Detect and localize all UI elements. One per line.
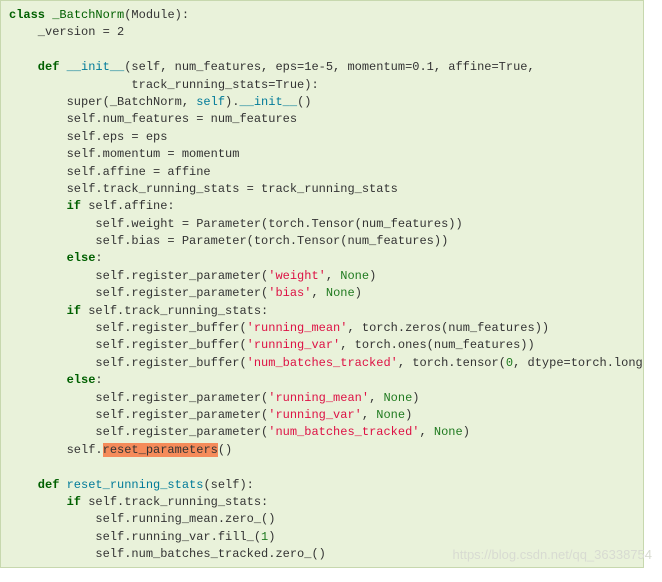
line: self.num_batches_tracked.zero_() xyxy=(9,547,326,561)
text: ). xyxy=(225,95,239,109)
text: self.track_running_stats: xyxy=(88,304,268,318)
text: () xyxy=(297,95,311,109)
kw-if: if xyxy=(9,304,88,318)
text: self.register_buffer( xyxy=(9,338,247,352)
text: self.register_parameter( xyxy=(9,408,268,422)
str: 'bias' xyxy=(268,286,311,300)
text: ) xyxy=(463,425,470,439)
text: , torch.zeros(num_features)) xyxy=(347,321,549,335)
text: , xyxy=(419,425,433,439)
text: , xyxy=(311,286,325,300)
none: None xyxy=(434,425,463,439)
text: self.register_buffer( xyxy=(9,321,247,335)
line: self.track_running_stats = track_running… xyxy=(9,182,398,196)
str: 'num_batches_tracked' xyxy=(268,425,419,439)
none: None xyxy=(376,408,405,422)
none: None xyxy=(340,269,369,283)
str: 'num_batches_tracked' xyxy=(247,356,398,370)
text: self.register_parameter( xyxy=(9,391,268,405)
kw-def: def xyxy=(9,60,67,74)
text: self.running_var.fill_( xyxy=(9,530,261,544)
line: self.running_mean.zero_() xyxy=(9,512,275,526)
str: 'running_mean' xyxy=(268,391,369,405)
kw-class: class xyxy=(9,8,45,22)
fn: __init__ xyxy=(239,95,297,109)
code-block: class _BatchNorm(Module): _version = 2 d… xyxy=(0,0,644,568)
text: : xyxy=(95,373,102,387)
text: , torch.tensor( xyxy=(398,356,506,370)
line: self.momentum = momentum xyxy=(9,147,239,161)
text: : xyxy=(95,251,102,265)
none: None xyxy=(383,391,412,405)
text: , xyxy=(369,391,383,405)
text: self.register_parameter( xyxy=(9,269,268,283)
text: self.track_running_stats: xyxy=(88,495,268,509)
fn-init: __init__ xyxy=(67,60,125,74)
text: ) xyxy=(268,530,275,544)
kw-if: if xyxy=(9,199,88,213)
text: self.register_parameter( xyxy=(9,425,268,439)
text: ) xyxy=(405,408,412,422)
fn-reset-running-stats: reset_running_stats xyxy=(67,478,204,492)
line: self.weight = Parameter(torch.Tensor(num… xyxy=(9,217,463,231)
str: 'weight' xyxy=(268,269,326,283)
text: () xyxy=(218,443,232,457)
class-name: _BatchNorm xyxy=(45,8,124,22)
text: ) xyxy=(412,391,419,405)
text: self.register_parameter( xyxy=(9,286,268,300)
text: self. xyxy=(9,443,103,457)
none: None xyxy=(326,286,355,300)
str: 'running_var' xyxy=(247,338,341,352)
text: ) xyxy=(355,286,362,300)
kw-else: else xyxy=(9,373,95,387)
line: self.num_features = num_features xyxy=(9,112,297,126)
str: 'running_mean' xyxy=(247,321,348,335)
kw-if: if xyxy=(9,495,88,509)
highlight-reset-parameters-call: reset_parameters xyxy=(103,443,218,457)
text: self.affine: xyxy=(88,199,174,213)
text: (self, num_features, eps=1e-5, momentum=… xyxy=(124,60,534,74)
text: , xyxy=(362,408,376,422)
line: self.affine = affine xyxy=(9,165,211,179)
text: (Module): xyxy=(124,8,189,22)
line: self.eps = eps xyxy=(9,130,167,144)
text: , xyxy=(326,269,340,283)
text: ) xyxy=(369,269,376,283)
line: track_running_stats=True): xyxy=(9,78,319,92)
text: self.register_buffer( xyxy=(9,356,247,370)
text: super(_BatchNorm, xyxy=(9,95,196,109)
text: , dtype=torch.long)) xyxy=(513,356,644,370)
text: (self): xyxy=(203,478,253,492)
line: _version = 2 xyxy=(9,25,124,39)
str: 'running_var' xyxy=(268,408,362,422)
kw-else: else xyxy=(9,251,95,265)
line: self.bias = Parameter(torch.Tensor(num_f… xyxy=(9,234,448,248)
text: , torch.ones(num_features)) xyxy=(340,338,534,352)
kw-def: def xyxy=(9,478,67,492)
self: self xyxy=(196,95,225,109)
